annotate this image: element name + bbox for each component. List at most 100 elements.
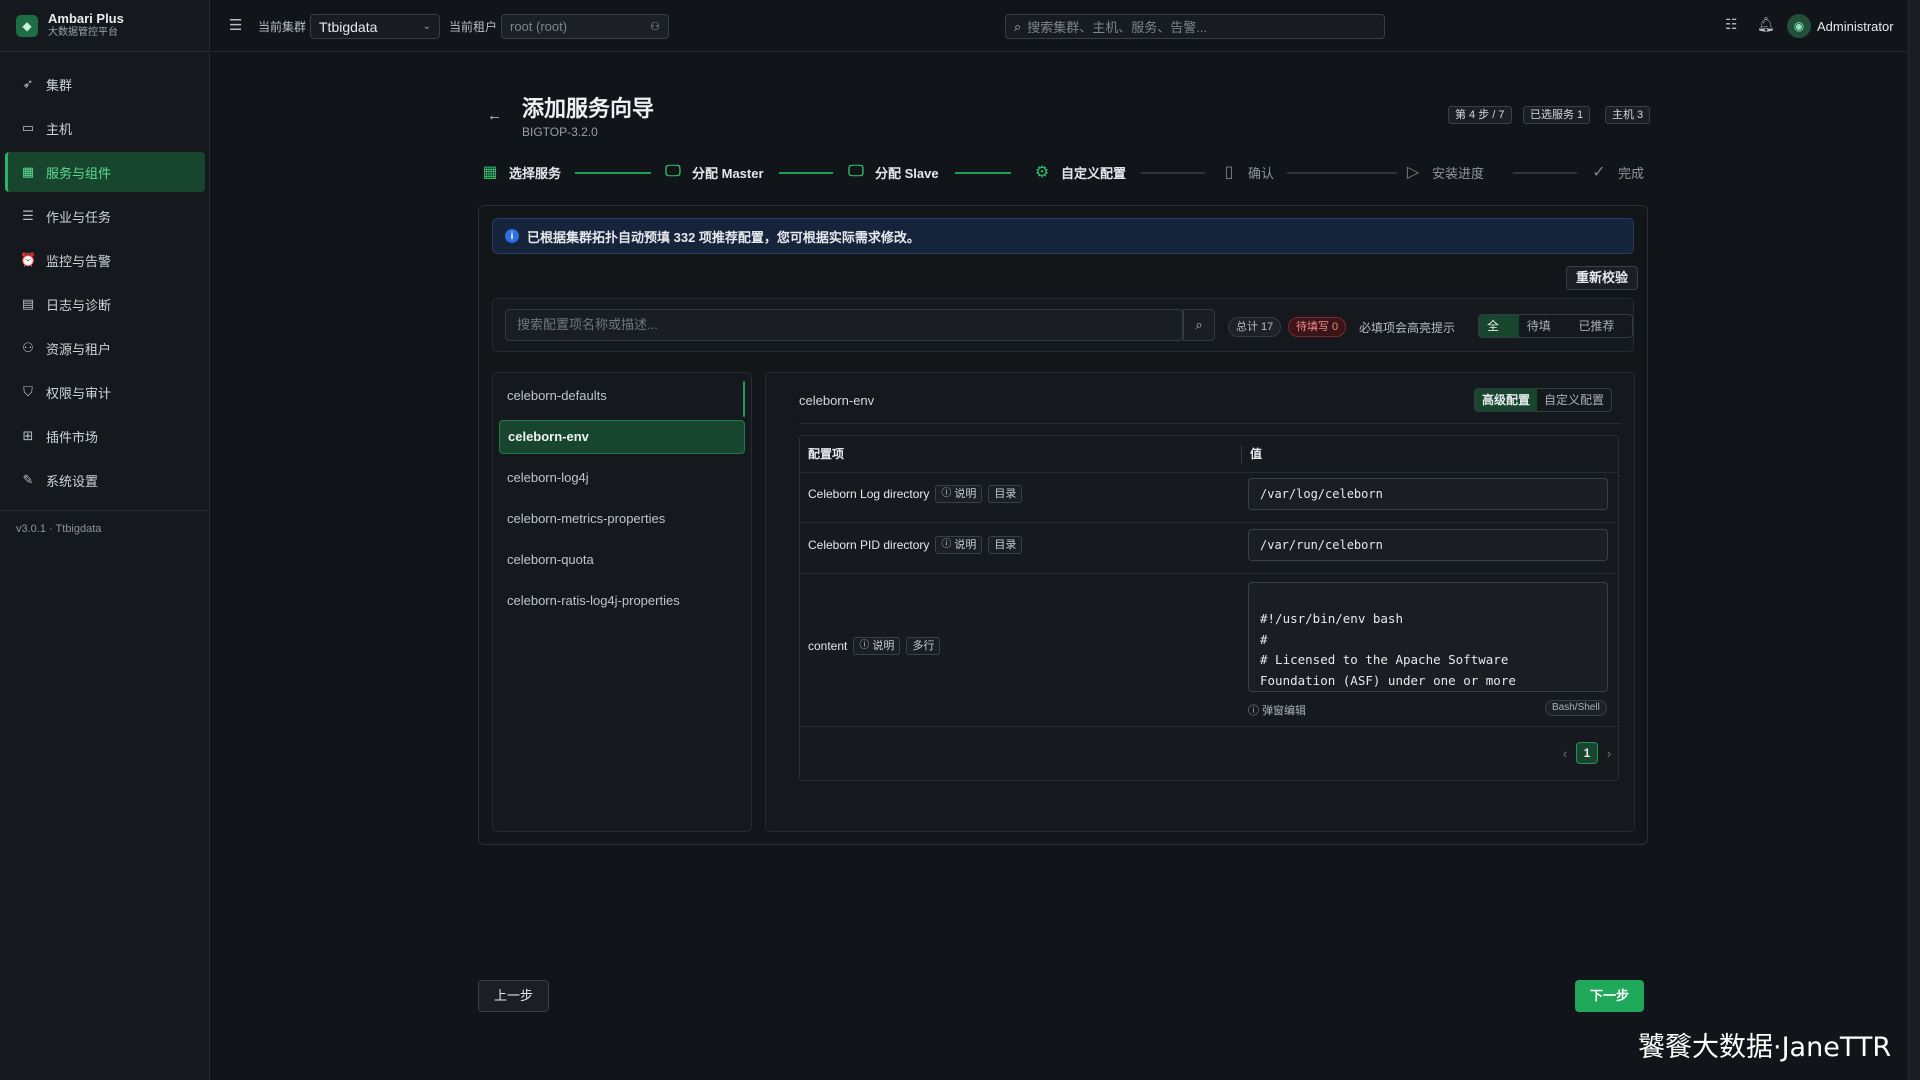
sidebar-item-label: 系统设置: [46, 473, 99, 489]
bell-icon[interactable]: 🔔︎: [1757, 16, 1775, 33]
description-tag[interactable]: ⓘ 说明: [853, 637, 901, 655]
chevron-right-icon[interactable]: ›: [1600, 746, 1618, 761]
play-circle-icon: ▷: [1406, 164, 1420, 181]
tenant-value: root (root): [510, 19, 568, 34]
prev-step-button[interactable]: 上一步: [478, 980, 550, 1012]
total-count-badge: 总计 17: [1228, 317, 1282, 337]
sidebar-item-label: 资源与租户: [46, 341, 112, 357]
sidebar-item-label: 服务与组件: [46, 165, 112, 181]
step-install-progress: ▷ 安装进度: [1402, 161, 1484, 183]
config-group-list: celeborn-defaults celeborn-env celeborn-…: [492, 372, 752, 832]
tab-custom[interactable]: 自定义配置: [1537, 389, 1611, 411]
list-item[interactable]: celeborn-ratis-log4j-properties: [499, 584, 745, 618]
sidebar-item-monitoring[interactable]: ⏰ 监控与告警: [5, 240, 205, 280]
list-item[interactable]: celeborn-env: [499, 420, 745, 454]
filter-pending[interactable]: 待填写: [1519, 315, 1571, 337]
step-finish: ✓ 完成: [1588, 161, 1644, 183]
filter-recommended[interactable]: 已推荐 0: [1570, 315, 1632, 337]
sidebar-item-tenants[interactable]: ⚇ 资源与租户: [5, 328, 205, 368]
step-customize-config[interactable]: ⚙ 自定义配置: [1031, 161, 1126, 183]
type-tag: 多行: [906, 637, 941, 655]
sidebar-item-label: 主机: [46, 121, 73, 137]
config-table: 配置项 值 Celeborn Log directory ⓘ 说明 目录 /var…: [799, 435, 1619, 781]
sidebar-item-label: 集群: [46, 77, 73, 93]
info-icon: ⓘ: [941, 488, 952, 499]
sidebar-item-hosts[interactable]: ▭ 主机: [5, 108, 205, 148]
avatar[interactable]: ◉: [1787, 14, 1811, 38]
sidebar-item-logs[interactable]: ▤ 日志与诊断: [5, 284, 205, 324]
page-number[interactable]: 1: [1576, 742, 1598, 764]
config-detail: celeborn-env 高级配置 自定义配置 配置项 值 Celeborn L…: [765, 372, 1635, 832]
step-connector: [1141, 172, 1205, 174]
content-textarea[interactable]: #!/usr/bin/env bash # # Licensed to the …: [1248, 582, 1608, 692]
cluster-select-value: Ttbigdata: [319, 18, 378, 35]
plugin-icon: ⊞: [22, 428, 34, 443]
revalidate-button[interactable]: 重新校验: [1566, 266, 1639, 290]
tag-label: 说明: [872, 640, 895, 652]
list-item[interactable]: celeborn-log4j: [499, 461, 745, 495]
table-row: Celeborn PID directory ⓘ 说明 目录: [808, 536, 1023, 554]
config-panel: i 已根据集群拓扑自动预填 332 项推荐配置，您可根据实际需求修改。 重新校验…: [478, 205, 1648, 845]
description-tag[interactable]: ⓘ 说明: [935, 485, 983, 503]
filter-bar: 搜索配置项名称或描述... ⌕ 总计 17 待填写 0 必填项会高亮提示 全部 …: [492, 298, 1634, 352]
sidebar-item-cluster[interactable]: ➶ 集群: [5, 64, 205, 104]
info-icon: ⓘ: [1248, 705, 1263, 717]
next-step-button[interactable]: 下一步: [1575, 980, 1645, 1012]
list-item[interactable]: celeborn-metrics-properties: [499, 502, 745, 536]
sidebar-item-services[interactable]: ▦ 服务与组件: [5, 152, 205, 192]
config-key: Celeborn Log directory: [808, 487, 930, 501]
step-assign-slave[interactable]: 🖵︎ 分配 Slave: [845, 161, 939, 183]
user-name[interactable]: Administrator: [1817, 19, 1894, 34]
tab-advanced[interactable]: 高级配置: [1475, 389, 1538, 411]
main-content: ← 添加服务向导 BIGTOP-3.2.0 第 4 步 / 7 已选服务 1 主…: [211, 53, 1920, 1080]
code-line: Foundation (ASF) under one or more: [1260, 672, 1516, 688]
monitor-icon: 🖵︎: [848, 163, 864, 180]
type-tag: 目录: [988, 485, 1023, 503]
step-connector: [1287, 172, 1397, 174]
logo-icon: ◆: [16, 14, 38, 37]
step-label: 分配 Slave: [875, 165, 939, 181]
filter-all[interactable]: 全部: [1479, 315, 1519, 337]
log-dir-input[interactable]: /var/log/celeborn: [1248, 478, 1608, 510]
table-row: content ⓘ 说明 多行: [808, 637, 941, 655]
sidebar-item-plugins[interactable]: ⊞ 插件市场: [5, 416, 205, 456]
menu-toggle-icon[interactable]: ☰: [229, 16, 242, 34]
list-item[interactable]: celeborn-quota: [499, 543, 745, 577]
sidebar-item-label: 插件市场: [46, 429, 99, 445]
code-line: # Licensed to the Apache Software: [1260, 652, 1509, 667]
task-list-icon[interactable]: ☷: [1725, 16, 1738, 33]
scrollbar[interactable]: [1908, 0, 1920, 1080]
back-arrow-icon[interactable]: ←: [487, 107, 502, 124]
sidebar-item-audit[interactable]: ⛉ 权限与审计: [5, 372, 205, 412]
sidebar-item-label: 权限与审计: [46, 385, 112, 401]
sidebar-item-label: 日志与诊断: [46, 297, 112, 313]
info-icon: i: [505, 229, 519, 243]
config-search-input[interactable]: 搜索配置项名称或描述...: [505, 309, 1183, 341]
cluster-label: 当前集群: [258, 20, 307, 34]
description-tag[interactable]: ⓘ 说明: [935, 536, 983, 554]
chevron-left-icon[interactable]: ‹: [1556, 746, 1574, 761]
step-label: 完成: [1618, 165, 1645, 181]
sidebar-item-jobs[interactable]: ☰ 作业与任务: [5, 196, 205, 236]
selected-services-badge: 已选服务 1: [1523, 106, 1591, 124]
search-button[interactable]: ⌕: [1183, 309, 1215, 341]
step-assign-master[interactable]: 🖵︎ 分配 Master: [662, 161, 763, 183]
code-line: #: [1260, 631, 1268, 647]
sidebar-nav: ➶ 集群 ▭ 主机 ▦ 服务与组件 ☰ 作业与任务 ⏰ 监控与告警 ▤ 日志与诊断 ⚇ 资源与…: [0, 52, 209, 500]
global-search-input[interactable]: ⌕ 搜索集群、主机、服务、告警...: [1005, 14, 1385, 39]
cluster-select[interactable]: Ttbigdata ⌄: [310, 14, 440, 39]
sidebar-item-settings[interactable]: ✎ 系统设置: [5, 460, 205, 500]
page-subtitle: BIGTOP-3.2.0: [522, 125, 598, 139]
tag-label: 说明: [954, 539, 977, 551]
step-confirm: ▯ 确认: [1218, 161, 1274, 183]
popup-edit-label: 弹窗编辑: [1262, 705, 1307, 717]
language-tag: Bash/Shell: [1545, 700, 1607, 716]
popup-edit-link[interactable]: ⓘ 弹窗编辑: [1248, 702, 1306, 718]
brand[interactable]: ◆ Ambari Plus 大数据管控平台: [0, 0, 209, 52]
step-select-services[interactable]: ▦ 选择服务: [479, 161, 561, 183]
info-alert: i 已根据集群拓扑自动预填 332 项推荐配置，您可根据实际需求修改。: [492, 218, 1634, 254]
list-item[interactable]: celeborn-defaults: [499, 379, 745, 413]
tenant-field[interactable]: root (root) ⚇: [501, 14, 669, 39]
brand-title: Ambari Plus: [48, 11, 124, 26]
pid-dir-input[interactable]: /var/run/celeborn: [1248, 529, 1608, 561]
